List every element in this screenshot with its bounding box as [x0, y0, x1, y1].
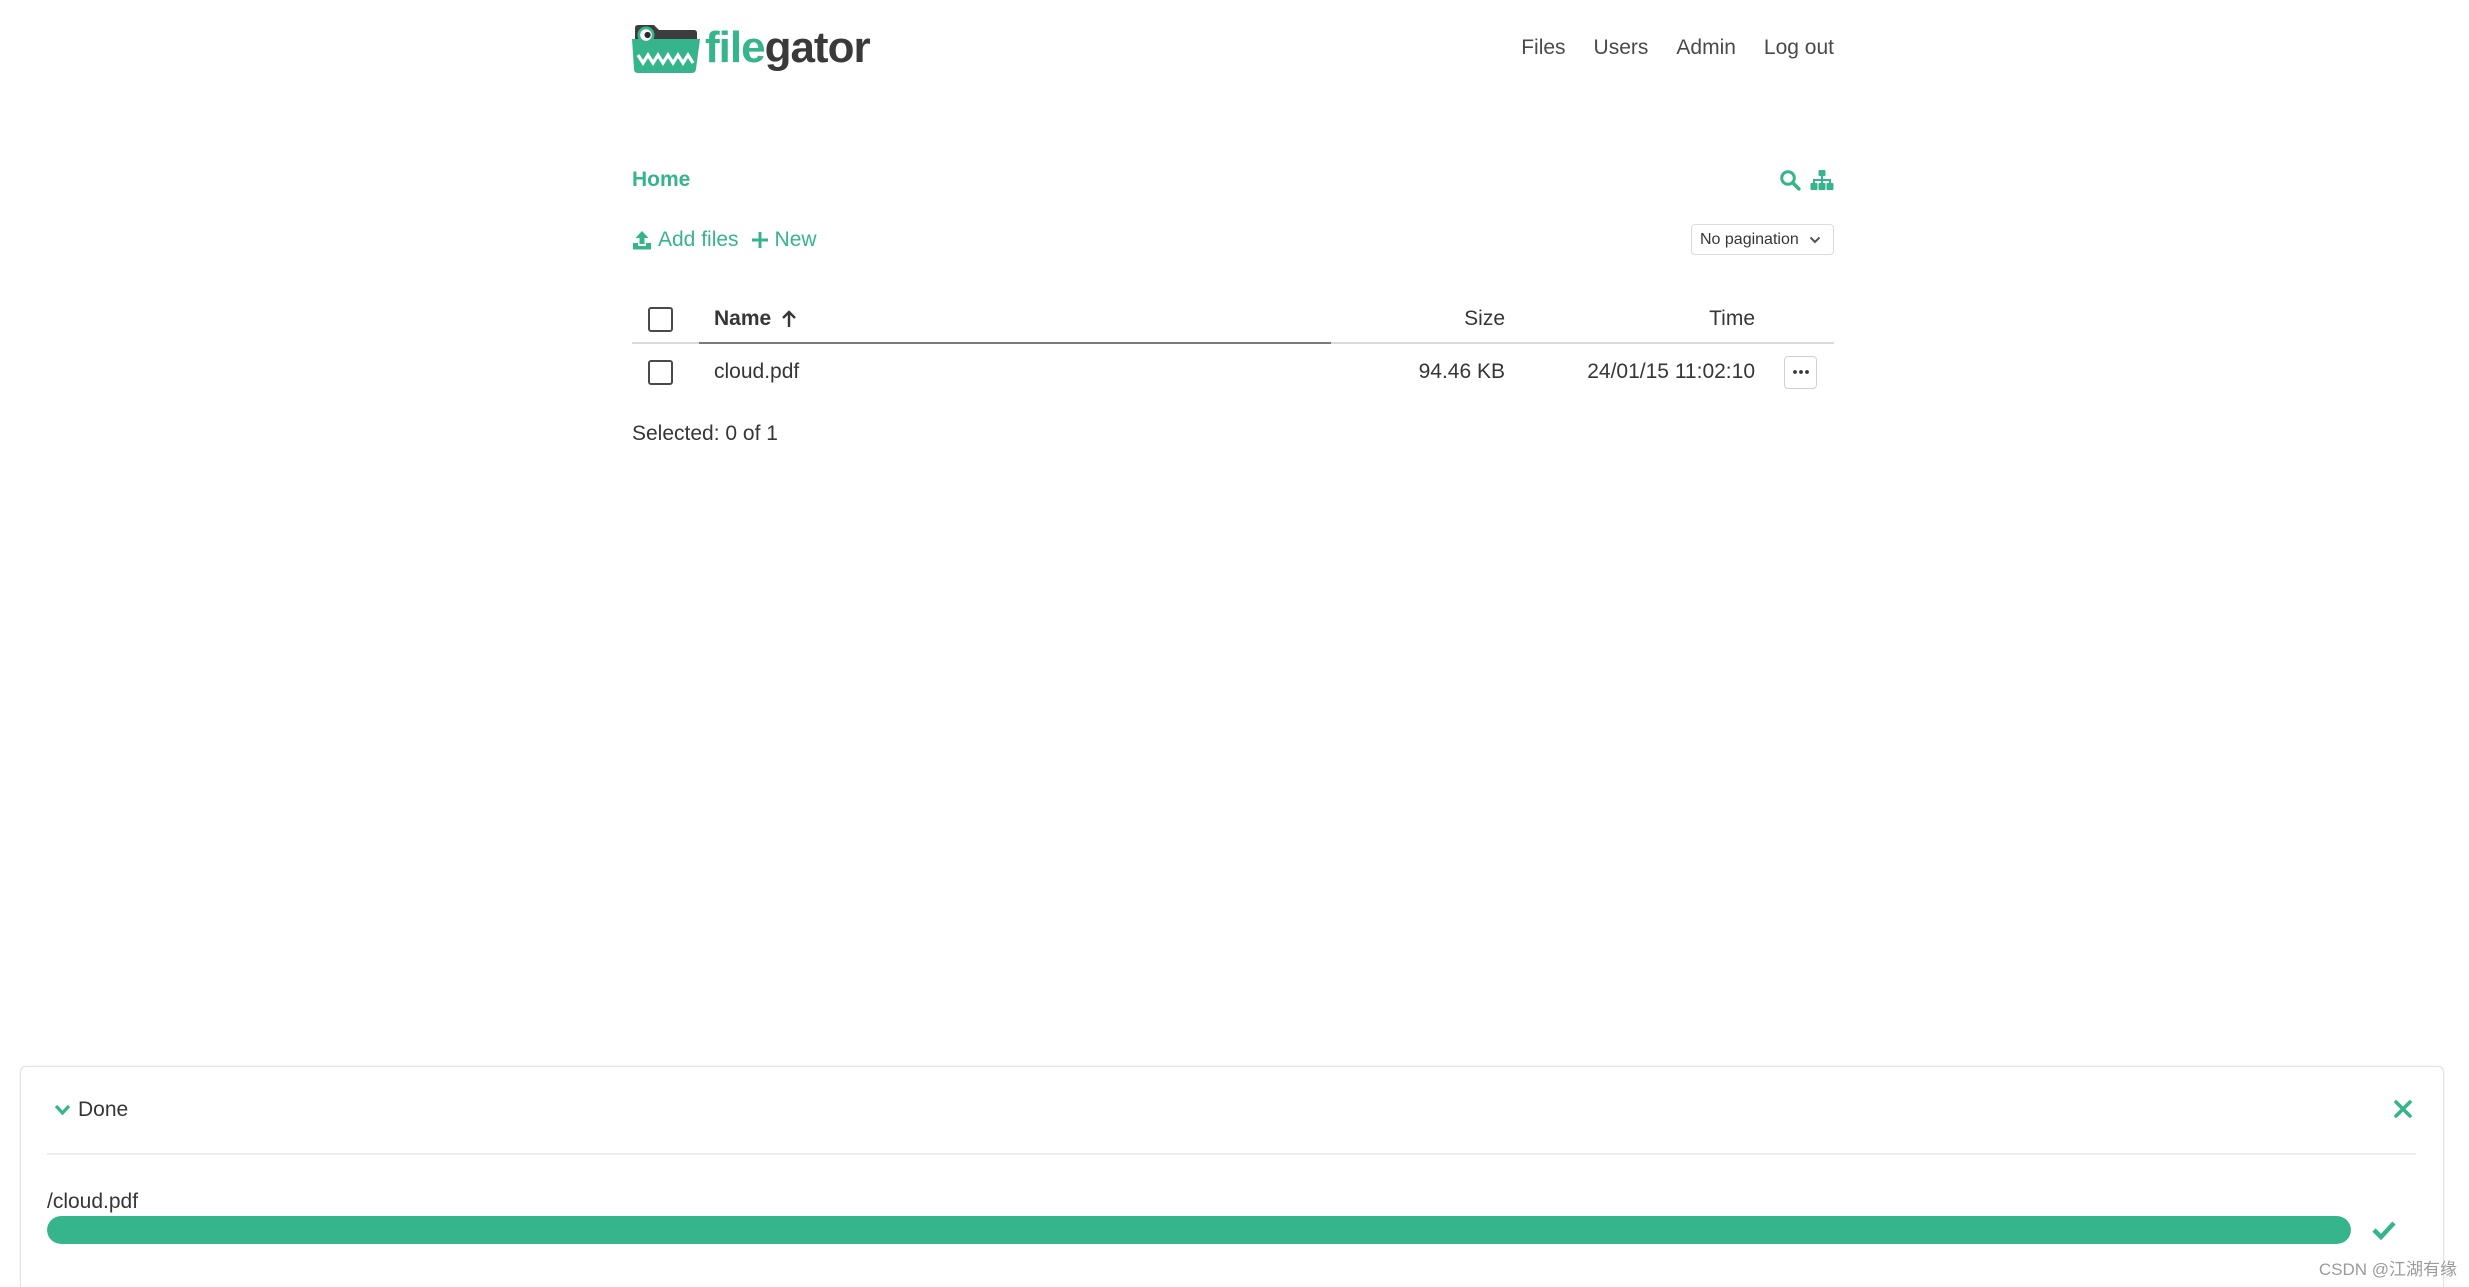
view-tools: [1779, 167, 1834, 193]
column-size-label: Size: [1464, 307, 1505, 330]
file-toolbar: Add files New No pagination: [632, 224, 1834, 255]
column-header-size[interactable]: Size: [1331, 296, 1520, 344]
brand-wordmark: filegator: [705, 22, 871, 73]
brand-logo[interactable]: filegator: [632, 22, 871, 73]
upload-panel-divider: [47, 1153, 2416, 1155]
arrow-up-icon: [782, 310, 797, 327]
file-table: Name Size Time cloud.pdf 94.46 KB 24/01/…: [632, 296, 1834, 400]
row-select-cell: [632, 344, 699, 400]
table-body: cloud.pdf 94.46 KB 24/01/15 11:02:10: [632, 344, 1834, 400]
column-time-label: Time: [1709, 307, 1755, 330]
upload-file-path: /cloud.pdf: [47, 1190, 139, 1213]
upload-progress-bar: [47, 1216, 2351, 1244]
file-actions: Add files New: [632, 227, 817, 253]
row-actions-button[interactable]: [1784, 355, 1817, 389]
chevron-down-icon: [1809, 236, 1821, 243]
nav-item-users[interactable]: Users: [1594, 36, 1649, 60]
column-name-label: Name: [714, 307, 772, 330]
table-header: Name Size Time: [632, 296, 1834, 344]
file-name-cell: cloud.pdf: [699, 344, 1331, 400]
gator-folder-icon: [632, 25, 700, 73]
file-time: 24/01/15 11:02:10: [1587, 360, 1755, 383]
pagination-select-value: No pagination: [1700, 230, 1799, 248]
filegator-page: filegator Files Users Admin Log out Home: [0, 0, 2469, 1287]
nav-item-admin[interactable]: Admin: [1676, 36, 1736, 60]
row-checkbox[interactable]: [648, 359, 673, 385]
new-label: New: [774, 227, 817, 251]
add-files-label: Add files: [658, 227, 739, 251]
nav-item-files[interactable]: Files: [1521, 36, 1565, 60]
plus-icon: [751, 231, 768, 248]
upload-progress-fill: [47, 1216, 2351, 1244]
column-header-time[interactable]: Time: [1520, 296, 1770, 344]
search-icon[interactable]: [1779, 169, 1801, 191]
upload-status-label: Done: [78, 1098, 129, 1121]
file-size: 94.46 KB: [1418, 360, 1505, 383]
breadcrumb-bar: Home: [632, 167, 1834, 193]
column-header-actions: [1770, 296, 1834, 344]
watermark: CSDN @江湖有缘: [2318, 1260, 2457, 1279]
file-size-cell: 94.46 KB: [1331, 344, 1520, 400]
brand-wordmark-file: file: [705, 23, 766, 72]
selection-status: Selected: 0 of 1: [632, 422, 778, 445]
table-header-row: Name Size Time: [632, 296, 1834, 344]
table-row[interactable]: cloud.pdf 94.46 KB 24/01/15 11:02:10: [632, 344, 1834, 400]
nav-item-logout[interactable]: Log out: [1764, 36, 1834, 60]
main-nav: Files Users Admin Log out: [1521, 22, 1834, 73]
sitemap-icon[interactable]: [1810, 169, 1834, 191]
select-all-cell: [632, 296, 699, 344]
new-button[interactable]: New: [751, 227, 817, 253]
brand-wordmark-gator: gator: [764, 23, 871, 72]
file-actions-cell: [1770, 344, 1834, 400]
main-container: filegator Files Users Admin Log out Home: [632, 0, 1834, 470]
check-icon: [2372, 1221, 2396, 1241]
breadcrumb-home[interactable]: Home: [632, 167, 690, 193]
add-files-button[interactable]: Add files: [632, 227, 739, 253]
pagination-select[interactable]: No pagination: [1691, 224, 1834, 255]
file-time-cell: 24/01/15 11:02:10: [1520, 344, 1770, 400]
column-header-name[interactable]: Name: [699, 296, 1331, 344]
top-navbar: filegator Files Users Admin Log out: [632, 22, 1834, 73]
select-all-checkbox[interactable]: [648, 306, 673, 332]
upload-panel: Done /cloud.pdf: [20, 1066, 2444, 1287]
chevron-down-icon: [54, 1104, 71, 1116]
file-name-link[interactable]: cloud.pdf: [714, 359, 799, 385]
upload-panel-toggle[interactable]: Done: [54, 1097, 128, 1123]
upload-icon: [633, 230, 651, 249]
ellipsis-icon: [1792, 370, 1809, 374]
close-icon[interactable]: [2393, 1099, 2413, 1119]
